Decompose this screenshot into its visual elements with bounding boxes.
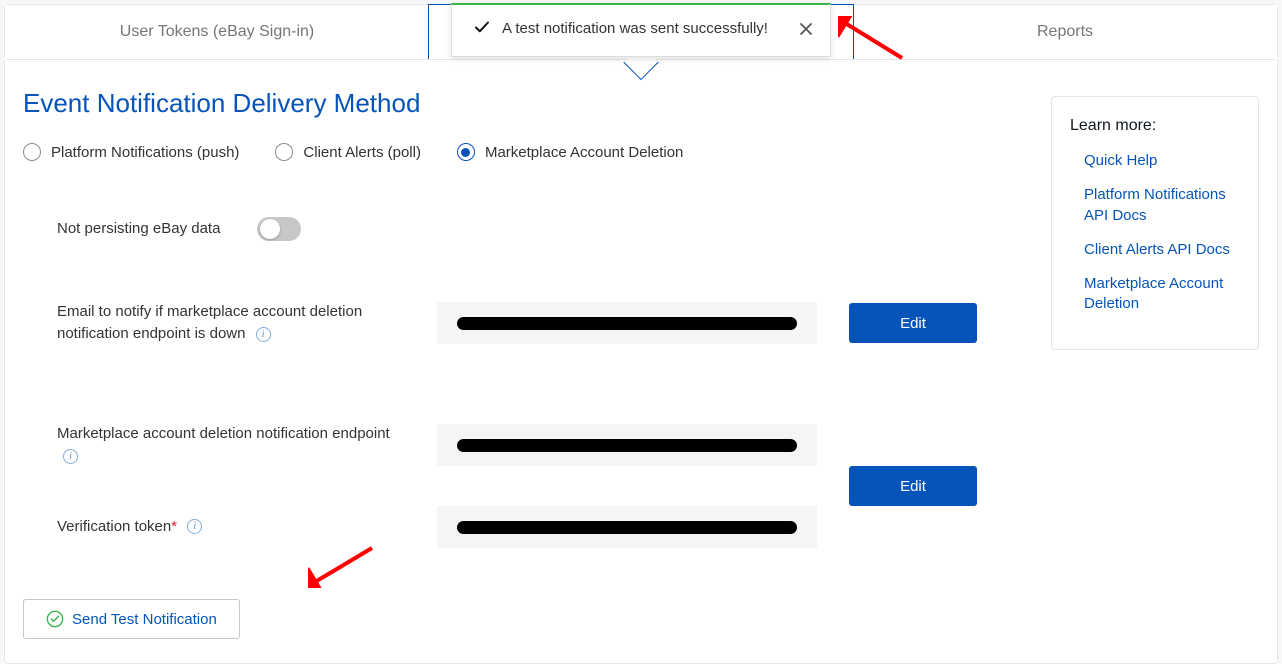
token-label: Verification token* i xyxy=(57,516,437,539)
close-icon xyxy=(798,21,814,37)
email-field xyxy=(437,302,817,344)
check-circle-icon xyxy=(46,610,64,628)
radio-marketplace-deletion[interactable]: Marketplace Account Deletion xyxy=(457,143,683,161)
link-api-docs[interactable]: Platform Notifications API Docs xyxy=(1070,185,1240,226)
check-icon xyxy=(474,19,490,38)
annotation-arrow xyxy=(838,16,908,62)
endpoint-label: Marketplace account deletion notificatio… xyxy=(57,423,437,468)
radio-label: Client Alerts (poll) xyxy=(303,144,421,161)
redacted-value xyxy=(457,521,797,534)
annotation-arrow xyxy=(308,542,378,588)
content-panel: Event Notification Delivery Method Platf… xyxy=(4,60,1278,664)
radio-client-alerts[interactable]: Client Alerts (poll) xyxy=(275,143,421,161)
delivery-method-group: Platform Notifications (push) Client Ale… xyxy=(23,143,1019,161)
radio-label: Marketplace Account Deletion xyxy=(485,144,683,161)
endpoint-field xyxy=(437,424,817,466)
radio-icon xyxy=(457,143,475,161)
persist-toggle-label: Not persisting eBay data xyxy=(57,218,257,241)
link-quick-help[interactable]: Quick Help xyxy=(1070,151,1240,171)
tab-label: Reports xyxy=(1037,23,1093,41)
radio-icon xyxy=(275,143,293,161)
close-toast-button[interactable] xyxy=(798,21,814,37)
redacted-value xyxy=(457,439,797,452)
edit-endpoint-button[interactable]: Edit xyxy=(849,466,977,506)
tab-reports[interactable]: Reports xyxy=(853,5,1277,59)
info-icon[interactable]: i xyxy=(63,449,78,464)
send-test-label: Send Test Notification xyxy=(72,611,217,628)
email-label: Email to notify if marketplace account d… xyxy=(57,301,437,346)
toast-message: A test notification was sent successfull… xyxy=(502,20,798,37)
radio-label: Platform Notifications (push) xyxy=(51,144,239,161)
link-client-alerts[interactable]: Client Alerts API Docs xyxy=(1070,240,1240,260)
info-icon[interactable]: i xyxy=(187,519,202,534)
send-test-button[interactable]: Send Test Notification xyxy=(23,599,240,639)
link-marketplace-deletion[interactable]: Marketplace Account Deletion xyxy=(1070,274,1240,315)
tab-label: User Tokens (eBay Sign-in) xyxy=(120,23,314,41)
info-icon[interactable]: i xyxy=(256,327,271,342)
learn-more-box: Learn more: Quick Help Platform Notifica… xyxy=(1051,96,1259,350)
token-field xyxy=(437,506,817,548)
radio-icon xyxy=(23,143,41,161)
radio-platform-notifications[interactable]: Platform Notifications (push) xyxy=(23,143,239,161)
section-title: Event Notification Delivery Method xyxy=(23,88,1019,119)
success-toast: A test notification was sent successfull… xyxy=(451,3,831,57)
aside-title: Learn more: xyxy=(1070,117,1240,135)
redacted-value xyxy=(457,317,797,330)
tab-user-tokens[interactable]: User Tokens (eBay Sign-in) xyxy=(5,5,429,59)
edit-email-button[interactable]: Edit xyxy=(849,303,977,343)
persist-toggle[interactable] xyxy=(257,217,301,241)
